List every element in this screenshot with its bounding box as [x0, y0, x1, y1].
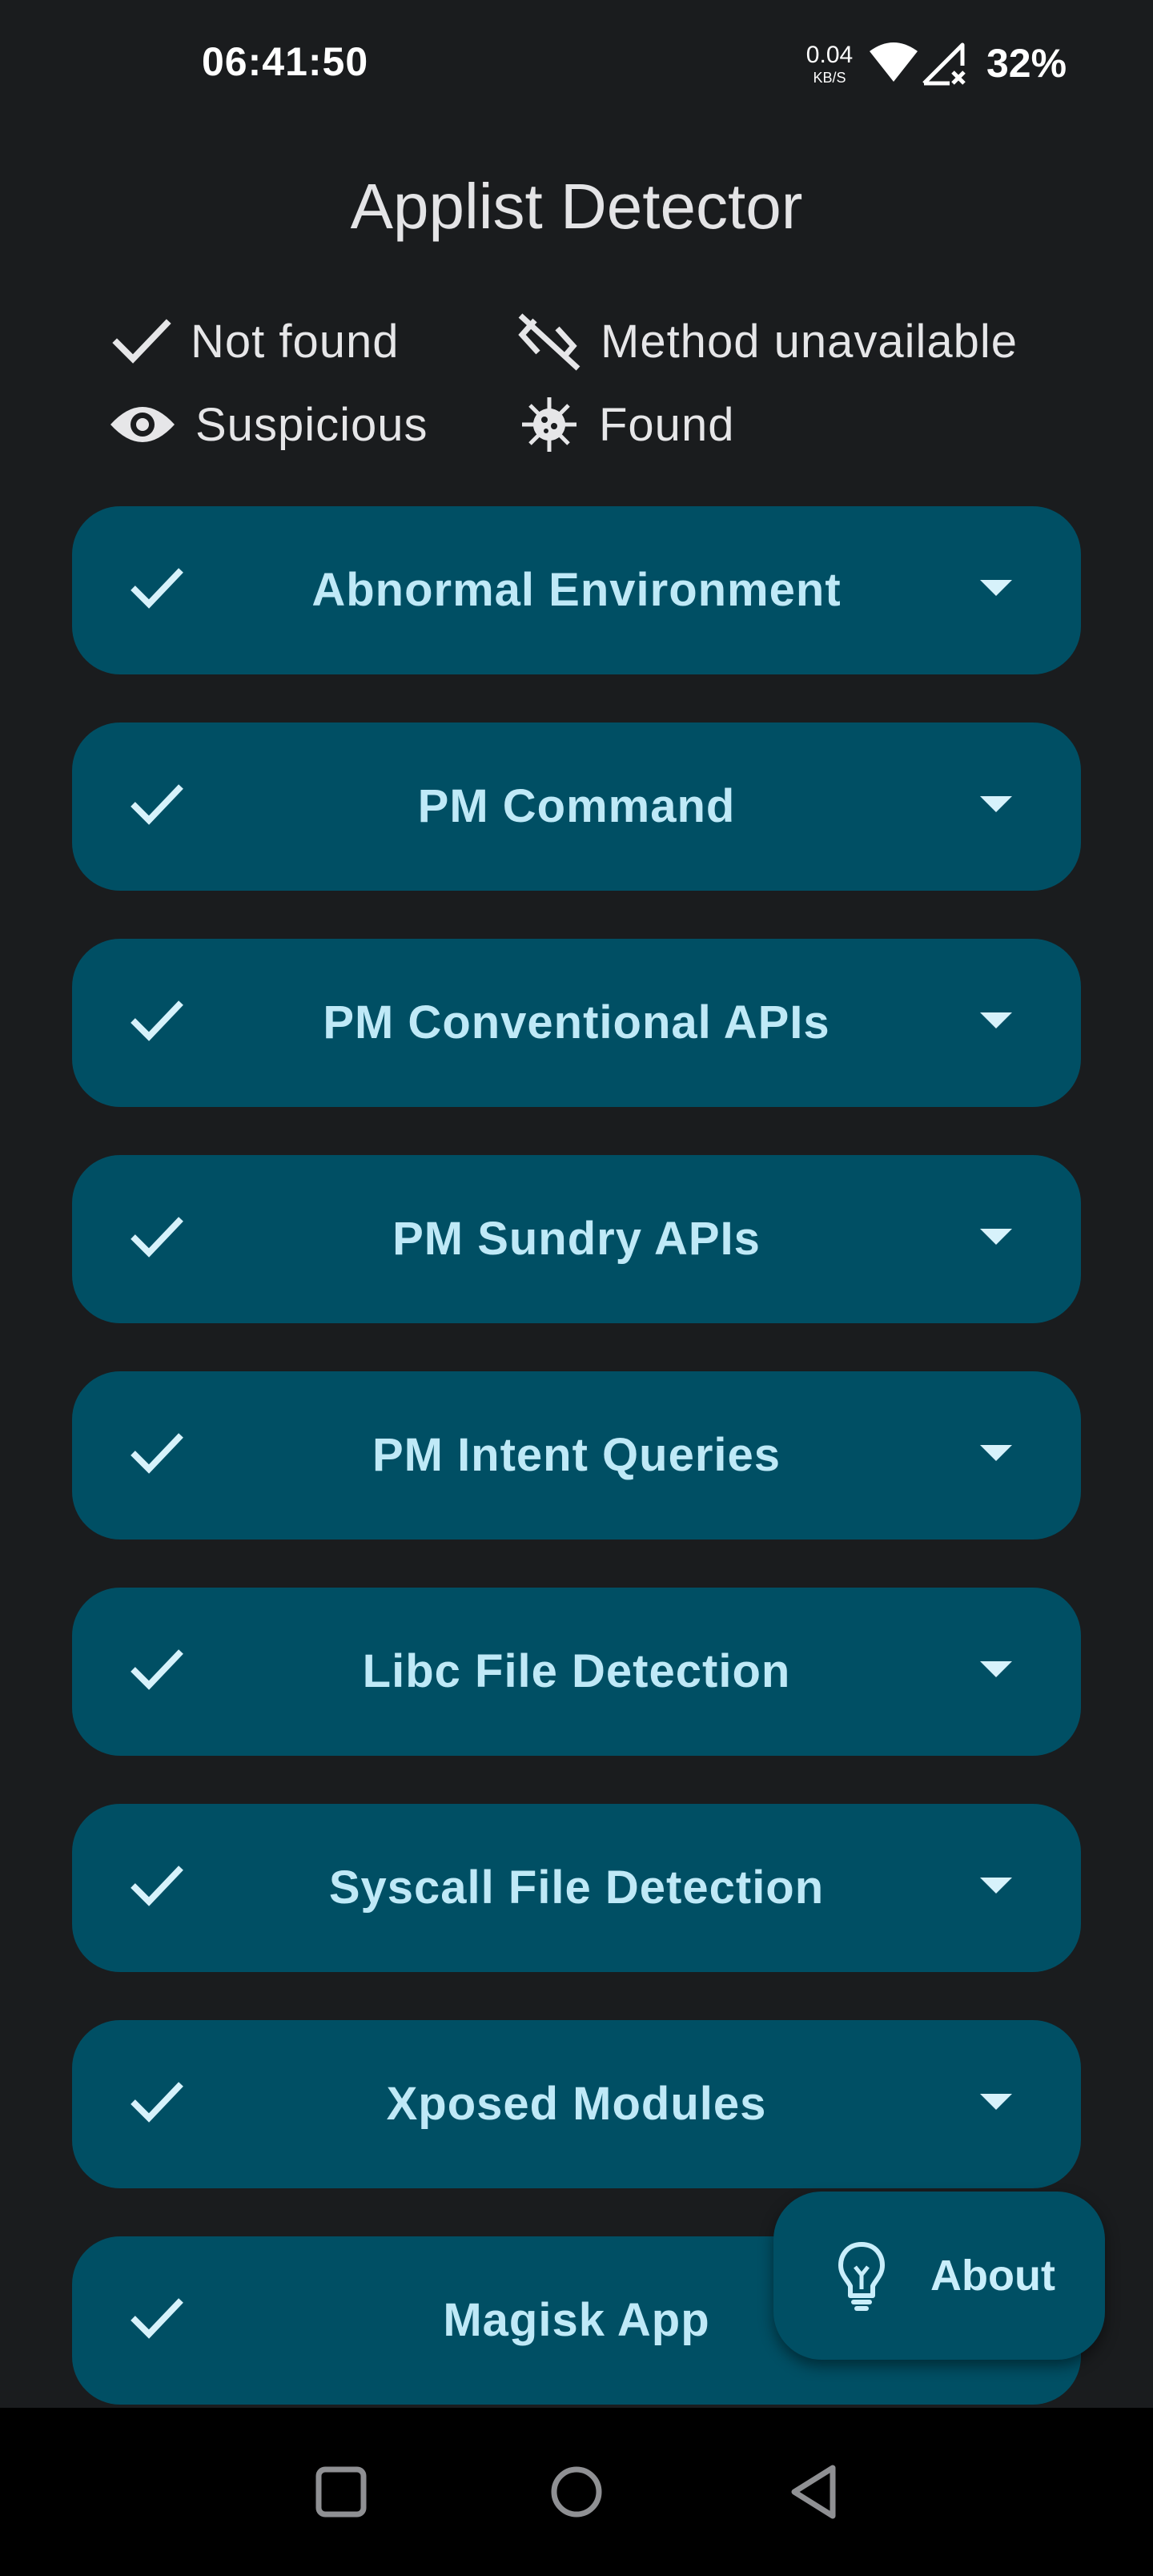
card-title: PM Intent Queries	[372, 1429, 781, 1481]
card-pm-conventional-apis[interactable]: PM Conventional APIs	[72, 939, 1081, 1107]
legend-not-found: Not found	[112, 309, 400, 373]
card-title: PM Sundry APIs	[392, 1213, 761, 1265]
legend-found: Found	[519, 392, 734, 457]
navigation-bar	[0, 2408, 1153, 2576]
legend-suspicious: Suspicious	[109, 392, 428, 457]
lightbulb-icon	[838, 2242, 885, 2311]
legend-label: Method unavailable	[601, 315, 1018, 368]
card-title: Abnormal Environment	[311, 564, 842, 616]
status-bar: 06:41:50 0.04 KB/S 32%	[0, 0, 1153, 128]
about-label: About	[930, 2252, 1055, 2300]
card-syscall-file-detection[interactable]: Syscall File Detection	[72, 1804, 1081, 1972]
legend-label: Suspicious	[195, 398, 428, 451]
card-title: Libc File Detection	[362, 1645, 791, 1697]
legend-label: Found	[599, 398, 735, 451]
status-time: 06:41:50	[202, 39, 369, 84]
page-title: Applist Detector	[350, 171, 803, 242]
chevron-down-icon[interactable]	[980, 796, 1012, 812]
eye-icon	[110, 407, 175, 442]
wifi-icon	[870, 42, 918, 82]
back-triangle-icon[interactable]	[775, 2452, 855, 2532]
card-pm-intent-queries[interactable]: PM Intent Queries	[72, 1371, 1081, 1540]
network-speed-unit: KB/S	[813, 70, 846, 86]
virus-icon	[522, 397, 576, 452]
code-off-icon	[518, 313, 581, 371]
chevron-down-icon[interactable]	[980, 1878, 1012, 1894]
chevron-down-icon[interactable]	[980, 1012, 1012, 1028]
card-abnormal-environment[interactable]: Abnormal Environment	[72, 506, 1081, 674]
chevron-down-icon[interactable]	[980, 2094, 1012, 2110]
chevron-down-icon[interactable]	[980, 1229, 1012, 1245]
card-title: PM Command	[417, 780, 736, 832]
recents-square-icon[interactable]	[301, 2452, 381, 2532]
card-pm-command[interactable]: PM Command	[72, 722, 1081, 891]
chevron-down-icon[interactable]	[980, 1445, 1012, 1461]
check-icon	[112, 319, 171, 364]
chevron-down-icon[interactable]	[980, 1661, 1012, 1677]
home-circle-icon[interactable]	[536, 2452, 617, 2532]
network-speed: 0.04 KB/S	[802, 42, 857, 86]
card-title: Syscall File Detection	[328, 1862, 825, 1914]
battery-level: 32%	[986, 41, 1067, 86]
card-libc-file-detection[interactable]: Libc File Detection	[72, 1588, 1081, 1756]
legend-method-unavailable: Method unavailable	[517, 309, 1018, 373]
chevron-down-icon[interactable]	[980, 580, 1012, 596]
signal-icon	[922, 42, 966, 86]
about-button[interactable]: About	[773, 2192, 1105, 2360]
card-pm-sundry-apis[interactable]: PM Sundry APIs	[72, 1155, 1081, 1323]
card-title: PM Conventional APIs	[323, 996, 830, 1049]
network-speed-value: 0.04	[805, 42, 854, 68]
card-title: Xposed Modules	[386, 2078, 767, 2130]
card-xposed-modules[interactable]: Xposed Modules	[72, 2020, 1081, 2188]
legend-label: Not found	[191, 315, 400, 368]
